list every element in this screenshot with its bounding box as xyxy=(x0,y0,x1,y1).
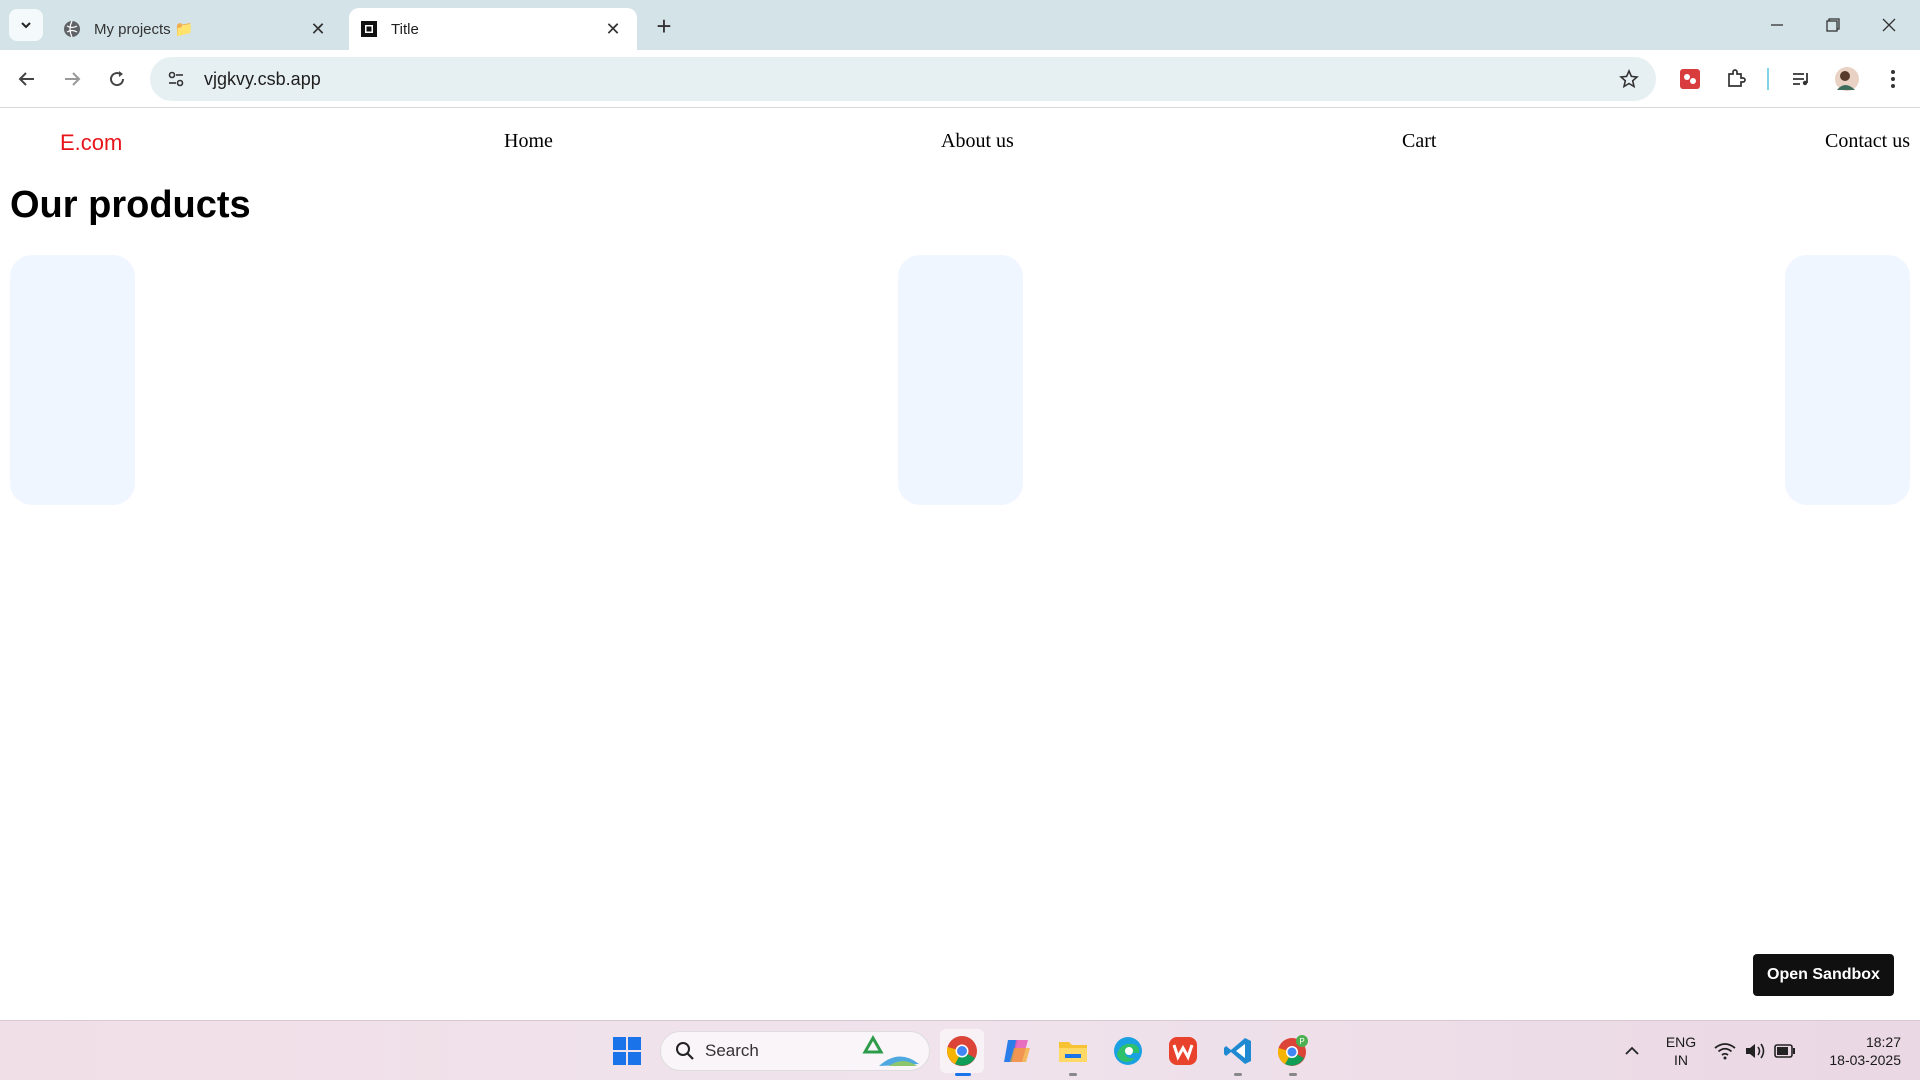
product-card[interactable] xyxy=(898,255,1023,505)
media-control-icon[interactable] xyxy=(1784,62,1818,96)
url-text[interactable]: vjgkvy.csb.app xyxy=(204,69,1612,90)
profile-avatar[interactable] xyxy=(1830,62,1864,96)
tab-title: Title xyxy=(391,20,419,38)
toolbar-divider xyxy=(1767,68,1769,90)
product-card[interactable] xyxy=(1785,255,1910,505)
chrome-icon[interactable] xyxy=(940,1029,984,1073)
close-icon[interactable]: ✕ xyxy=(601,17,625,41)
running-app-indicator xyxy=(1289,1073,1297,1076)
browser-tab-strip: My projects 📁 ✕ Title ✕ + xyxy=(0,0,1920,50)
search-icon xyxy=(676,1042,694,1060)
active-app-indicator xyxy=(955,1073,971,1076)
site-navbar: E.com Home About us Cart Contact us xyxy=(0,108,1920,172)
extension-red-icon[interactable] xyxy=(1673,62,1707,96)
clock[interactable]: 18:27 18-03-2025 xyxy=(1815,1033,1901,1069)
taskbar-search-box[interactable]: Search xyxy=(660,1031,930,1071)
address-bar[interactable]: vjgkvy.csb.app xyxy=(150,57,1656,101)
close-window-icon[interactable] xyxy=(1866,10,1912,40)
browser-menu-icon[interactable] xyxy=(1876,62,1910,96)
language-code: ENG xyxy=(1665,1034,1697,1050)
chevron-up-icon[interactable] xyxy=(1610,1029,1654,1073)
reload-icon[interactable] xyxy=(100,62,134,96)
svg-text:P: P xyxy=(1299,1037,1304,1046)
close-icon[interactable]: ✕ xyxy=(306,17,330,41)
windows-start-icon[interactable] xyxy=(605,1029,649,1073)
globe-icon xyxy=(62,19,82,39)
tab-title: My projects 📁 xyxy=(94,21,194,38)
bookmark-star-icon[interactable] xyxy=(1612,62,1646,96)
tab-title-active[interactable]: Title ✕ xyxy=(349,8,637,50)
web-page: E.com Home About us Cart Contact us Our … xyxy=(0,108,1920,1020)
system-status-group[interactable] xyxy=(1705,1029,1805,1073)
page-heading: Our products xyxy=(10,184,251,226)
nav-about-us[interactable]: About us xyxy=(941,130,1014,153)
edge-icon[interactable] xyxy=(1106,1029,1150,1073)
nav-home[interactable]: Home xyxy=(504,130,553,153)
extensions-puzzle-icon[interactable] xyxy=(1719,62,1753,96)
language-indicator[interactable]: ENG IN xyxy=(1660,1033,1702,1069)
clock-date: 18-03-2025 xyxy=(1829,1052,1901,1068)
tab-search-button[interactable] xyxy=(9,9,43,41)
wps-office-icon[interactable] xyxy=(1161,1029,1205,1073)
product-card[interactable] xyxy=(10,255,135,505)
minimize-icon[interactable] xyxy=(1754,10,1800,40)
open-sandbox-button[interactable]: Open Sandbox xyxy=(1753,954,1894,996)
running-app-indicator xyxy=(1069,1073,1077,1076)
forward-icon[interactable] xyxy=(55,62,89,96)
restore-icon[interactable] xyxy=(1810,10,1856,40)
tab-my-projects[interactable]: My projects 📁 ✕ xyxy=(52,8,342,50)
battery-icon xyxy=(1774,1044,1795,1058)
codesandbox-icon xyxy=(359,19,379,39)
browser-toolbar: vjgkvy.csb.app xyxy=(0,50,1920,108)
recycle-landscape-icon xyxy=(862,1034,919,1066)
back-icon[interactable] xyxy=(10,62,44,96)
site-settings-icon[interactable] xyxy=(160,63,192,95)
windows-taskbar: Search P ENG IN 18:27 18-03-2025 xyxy=(0,1020,1920,1080)
site-logo[interactable]: E.com xyxy=(60,130,122,156)
new-tab-button[interactable]: + xyxy=(650,11,678,41)
file-explorer-icon[interactable] xyxy=(1051,1029,1095,1073)
nav-contact-us[interactable]: Contact us xyxy=(1825,130,1910,153)
clock-time: 18:27 xyxy=(1865,1034,1901,1050)
copilot-icon[interactable] xyxy=(995,1029,1039,1073)
vscode-icon[interactable] xyxy=(1216,1029,1260,1073)
chrome-profile-icon[interactable]: P xyxy=(1271,1029,1315,1073)
volume-icon xyxy=(1746,1043,1765,1059)
running-app-indicator xyxy=(1234,1073,1242,1076)
chevron-down-icon xyxy=(21,22,31,29)
wifi-icon xyxy=(1714,1043,1736,1060)
nav-cart[interactable]: Cart xyxy=(1402,130,1436,153)
search-label: Search xyxy=(705,1041,759,1060)
region-code: IN xyxy=(1674,1052,1688,1068)
